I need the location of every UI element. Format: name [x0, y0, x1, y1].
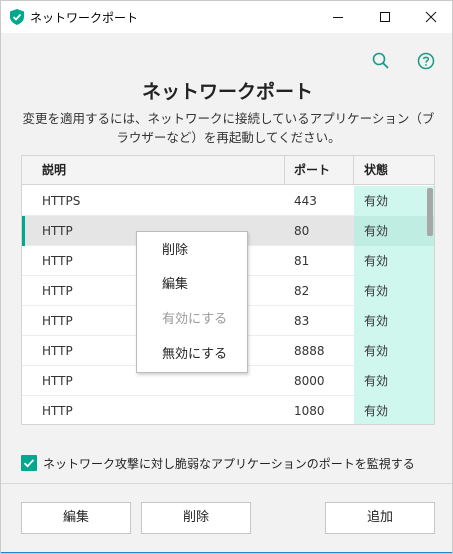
- row-description: HTTP: [42, 254, 73, 268]
- minimize-icon: [333, 17, 343, 18]
- row-status: 有効: [354, 216, 434, 246]
- row-port: 82: [294, 284, 310, 298]
- row-description: HTTP: [42, 284, 73, 298]
- checkmark-icon: [23, 459, 35, 468]
- row-status: 有効: [354, 276, 434, 306]
- column-header-port[interactable]: ポート: [294, 156, 330, 185]
- row-port: 81: [294, 254, 310, 268]
- title-bar: ネットワークポート: [1, 1, 452, 33]
- row-status: 有効: [354, 186, 434, 216]
- row-status: 有効: [354, 306, 434, 336]
- selection-indicator: [22, 216, 25, 246]
- row-status: 有効: [354, 366, 434, 396]
- kaspersky-shield-icon: [10, 9, 24, 25]
- row-port: 8888: [294, 344, 325, 358]
- row-description: HTTP: [42, 224, 73, 238]
- row-port: 83: [294, 314, 310, 328]
- minimize-button[interactable]: [315, 1, 361, 33]
- column-divider: [353, 156, 354, 185]
- monitor-ports-label: ネットワーク攻撃に対し脆弱なアプリケーションのポートを監視する: [43, 457, 415, 471]
- search-icon[interactable]: [371, 51, 391, 71]
- column-header-description[interactable]: 説明: [42, 156, 66, 185]
- edit-button[interactable]: 編集: [21, 502, 131, 534]
- row-description: HTTP: [42, 344, 73, 358]
- network-ports-window: ネットワークポート ネットワークポート 変更を適用するには、ネットワークに接続し…: [0, 0, 453, 554]
- row-port: 8000: [294, 374, 325, 388]
- close-button[interactable]: [408, 1, 452, 33]
- help-icon[interactable]: [416, 51, 436, 71]
- row-description: HTTP: [42, 374, 73, 388]
- menu-item-disable[interactable]: 無効にする: [162, 345, 227, 365]
- row-description: HTTP: [42, 314, 73, 328]
- menu-item-edit[interactable]: 編集: [162, 275, 188, 295]
- add-button[interactable]: 追加: [325, 502, 435, 534]
- row-status: 有効: [354, 396, 434, 424]
- table-scrollbar[interactable]: [427, 186, 433, 424]
- row-port: 443: [294, 194, 317, 208]
- footer-divider: [1, 483, 452, 484]
- menu-item-delete[interactable]: 削除: [162, 241, 188, 261]
- page-title: ネットワークポート: [141, 81, 313, 103]
- delete-button[interactable]: 削除: [141, 502, 251, 534]
- table-row[interactable]: HTTPS 443 有効: [22, 186, 434, 216]
- row-status: 有効: [354, 336, 434, 366]
- row-description: HTTP: [42, 404, 73, 418]
- context-menu: 削除 編集 有効にする 無効にする: [136, 231, 248, 373]
- close-icon: [425, 11, 437, 23]
- monitor-ports-checkbox[interactable]: [21, 455, 37, 471]
- maximize-icon: [380, 12, 390, 22]
- page-subtitle: 変更を適用するには、ネットワークに接続しているアプリケーション（ブラウザーなど）…: [22, 111, 435, 145]
- table-row[interactable]: HTTP 1080 有効: [22, 396, 434, 424]
- row-status: 有効: [354, 246, 434, 276]
- menu-item-enable: 有効にする: [162, 312, 228, 327]
- column-header-status[interactable]: 状態: [364, 156, 388, 185]
- row-port: 80: [294, 224, 310, 238]
- maximize-button[interactable]: [362, 1, 408, 33]
- window-title: ネットワークポート: [30, 11, 139, 25]
- column-divider: [284, 156, 285, 185]
- row-port: 1080: [294, 404, 325, 418]
- table-header: 説明 ポート 状態: [22, 156, 434, 185]
- scrollbar-thumb[interactable]: [427, 188, 433, 236]
- row-description: HTTPS: [42, 194, 81, 208]
